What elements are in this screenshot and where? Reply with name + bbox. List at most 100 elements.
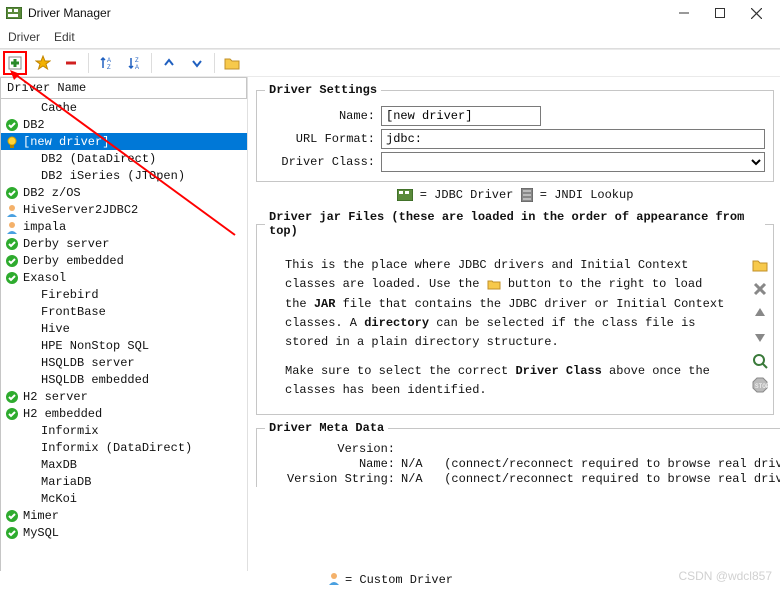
- driver-row[interactable]: impala: [1, 218, 247, 235]
- main-area: Driver Name CacheDB2 [new driver] DB2 (Dat…: [0, 77, 780, 571]
- maximize-button[interactable]: [702, 1, 738, 25]
- user-icon: [5, 203, 19, 217]
- driver-label: Informix (DataDirect): [41, 441, 192, 455]
- class-select[interactable]: [381, 152, 765, 172]
- meta-legend: Driver Meta Data: [265, 421, 388, 435]
- jar-down-button[interactable]: [751, 328, 769, 346]
- driver-list[interactable]: CacheDB2 [new driver] DB2 (DataDirect) DB2 …: [0, 99, 247, 571]
- driver-label: DB2 (DataDirect): [41, 152, 156, 166]
- meta-version-label: Version:: [265, 442, 395, 456]
- blank-icon: [23, 356, 37, 370]
- driver-row[interactable]: MaxDB: [1, 456, 247, 473]
- driver-row[interactable]: Hive: [1, 320, 247, 337]
- new-driver-button[interactable]: [4, 52, 26, 74]
- blank-icon: [23, 152, 37, 166]
- delete-button[interactable]: [60, 52, 82, 74]
- name-input[interactable]: [381, 106, 541, 126]
- close-button[interactable]: [738, 1, 774, 25]
- url-input[interactable]: [381, 129, 765, 149]
- driver-row[interactable]: Derby server: [1, 235, 247, 252]
- blank-icon: [23, 339, 37, 353]
- driver-label: DB2 iSeries (JTOpen): [41, 169, 185, 183]
- driver-label: Hive: [41, 322, 70, 336]
- driver-row[interactable]: MySQL: [1, 524, 247, 541]
- driver-row[interactable]: HPE NonStop SQL: [1, 337, 247, 354]
- folder-icon: [487, 277, 501, 291]
- driver-label: McKoi: [41, 492, 77, 506]
- driver-settings-legend: Driver Settings: [265, 83, 381, 97]
- move-down-button[interactable]: [186, 52, 208, 74]
- driver-list-panel: Driver Name CacheDB2 [new driver] DB2 (Dat…: [0, 77, 248, 571]
- custom-driver-icon: [327, 571, 341, 589]
- driver-row[interactable]: Cache: [1, 99, 247, 116]
- driver-row[interactable]: HiveServer2JDBC2: [1, 201, 247, 218]
- meta-vstring-label: Version String:: [265, 472, 395, 486]
- driver-row[interactable]: Derby embedded: [1, 252, 247, 269]
- favorite-button[interactable]: [32, 52, 54, 74]
- svg-text:STOP: STOP: [755, 383, 768, 390]
- find-class-button[interactable]: [751, 352, 769, 370]
- driver-label: H2 server: [23, 390, 88, 404]
- minimize-button[interactable]: [666, 1, 702, 25]
- driver-label: Cache: [41, 101, 77, 115]
- stop-button[interactable]: STOP: [751, 376, 769, 394]
- driver-row[interactable]: DB2 z/OS: [1, 184, 247, 201]
- sort-asc-button[interactable]: AZ: [95, 52, 117, 74]
- window-titlebar: Driver Manager: [0, 0, 780, 26]
- jar-up-button[interactable]: [751, 304, 769, 322]
- jdbc-driver-icon: [397, 188, 413, 202]
- check-icon: [5, 271, 19, 285]
- driver-settings-group: Driver Settings Name: URL Format: Driver…: [256, 83, 774, 182]
- driver-row[interactable]: HSQLDB server: [1, 354, 247, 371]
- driver-row[interactable]: DB2: [1, 116, 247, 133]
- driver-label: HPE NonStop SQL: [41, 339, 149, 353]
- toolbar-separator: [88, 53, 89, 73]
- driver-row[interactable]: HSQLDB embedded: [1, 371, 247, 388]
- driver-row[interactable]: Exasol: [1, 269, 247, 286]
- driver-label: MySQL: [23, 526, 59, 540]
- move-up-button[interactable]: [158, 52, 180, 74]
- driver-label: HSQLDB embedded: [41, 373, 149, 387]
- class-label: Driver Class:: [265, 155, 375, 169]
- check-icon: [5, 254, 19, 268]
- driver-row[interactable]: [new driver]: [1, 133, 247, 150]
- remove-jar-button[interactable]: [751, 280, 769, 298]
- driver-row[interactable]: FrontBase: [1, 303, 247, 320]
- toolbar: AZ ZA: [0, 49, 780, 77]
- driver-row[interactable]: Mimer: [1, 507, 247, 524]
- blank-icon: [23, 373, 37, 387]
- blank-icon: [23, 441, 37, 455]
- driver-label: [new driver]: [23, 135, 109, 149]
- driver-label: MaxDB: [41, 458, 77, 472]
- check-icon: [5, 186, 19, 200]
- driver-row[interactable]: DB2 (DataDirect): [1, 150, 247, 167]
- driver-label: Derby server: [23, 237, 109, 251]
- driver-label: Firebird: [41, 288, 99, 302]
- driver-row[interactable]: DB2 iSeries (JTOpen): [1, 167, 247, 184]
- add-jar-button[interactable]: [751, 256, 769, 274]
- menu-driver[interactable]: Driver: [8, 30, 40, 44]
- svg-text:A: A: [107, 58, 111, 64]
- blank-icon: [23, 492, 37, 506]
- driver-label: Informix: [41, 424, 99, 438]
- sort-desc-button[interactable]: ZA: [123, 52, 145, 74]
- check-icon: [5, 390, 19, 404]
- details-panel: Driver Settings Name: URL Format: Driver…: [248, 77, 780, 571]
- meta-data-group: Driver Meta Data Version: Name:N/A (conn…: [256, 421, 780, 487]
- driver-row[interactable]: H2 embedded: [1, 405, 247, 422]
- driver-row[interactable]: McKoi: [1, 490, 247, 507]
- driver-row[interactable]: H2 server: [1, 388, 247, 405]
- open-folder-button[interactable]: [221, 52, 243, 74]
- footer-legend: = Custom Driver: [0, 571, 780, 589]
- name-label: Name:: [265, 109, 375, 123]
- blank-icon: [23, 305, 37, 319]
- driver-row[interactable]: Informix (DataDirect): [1, 439, 247, 456]
- menu-edit[interactable]: Edit: [54, 30, 75, 44]
- driver-row[interactable]: MariaDB: [1, 473, 247, 490]
- list-header[interactable]: Driver Name: [0, 77, 247, 99]
- check-icon: [5, 118, 19, 132]
- driver-row[interactable]: Informix: [1, 422, 247, 439]
- driver-row[interactable]: Firebird: [1, 286, 247, 303]
- meta-name-label: Name:: [265, 457, 395, 471]
- check-icon: [5, 526, 19, 540]
